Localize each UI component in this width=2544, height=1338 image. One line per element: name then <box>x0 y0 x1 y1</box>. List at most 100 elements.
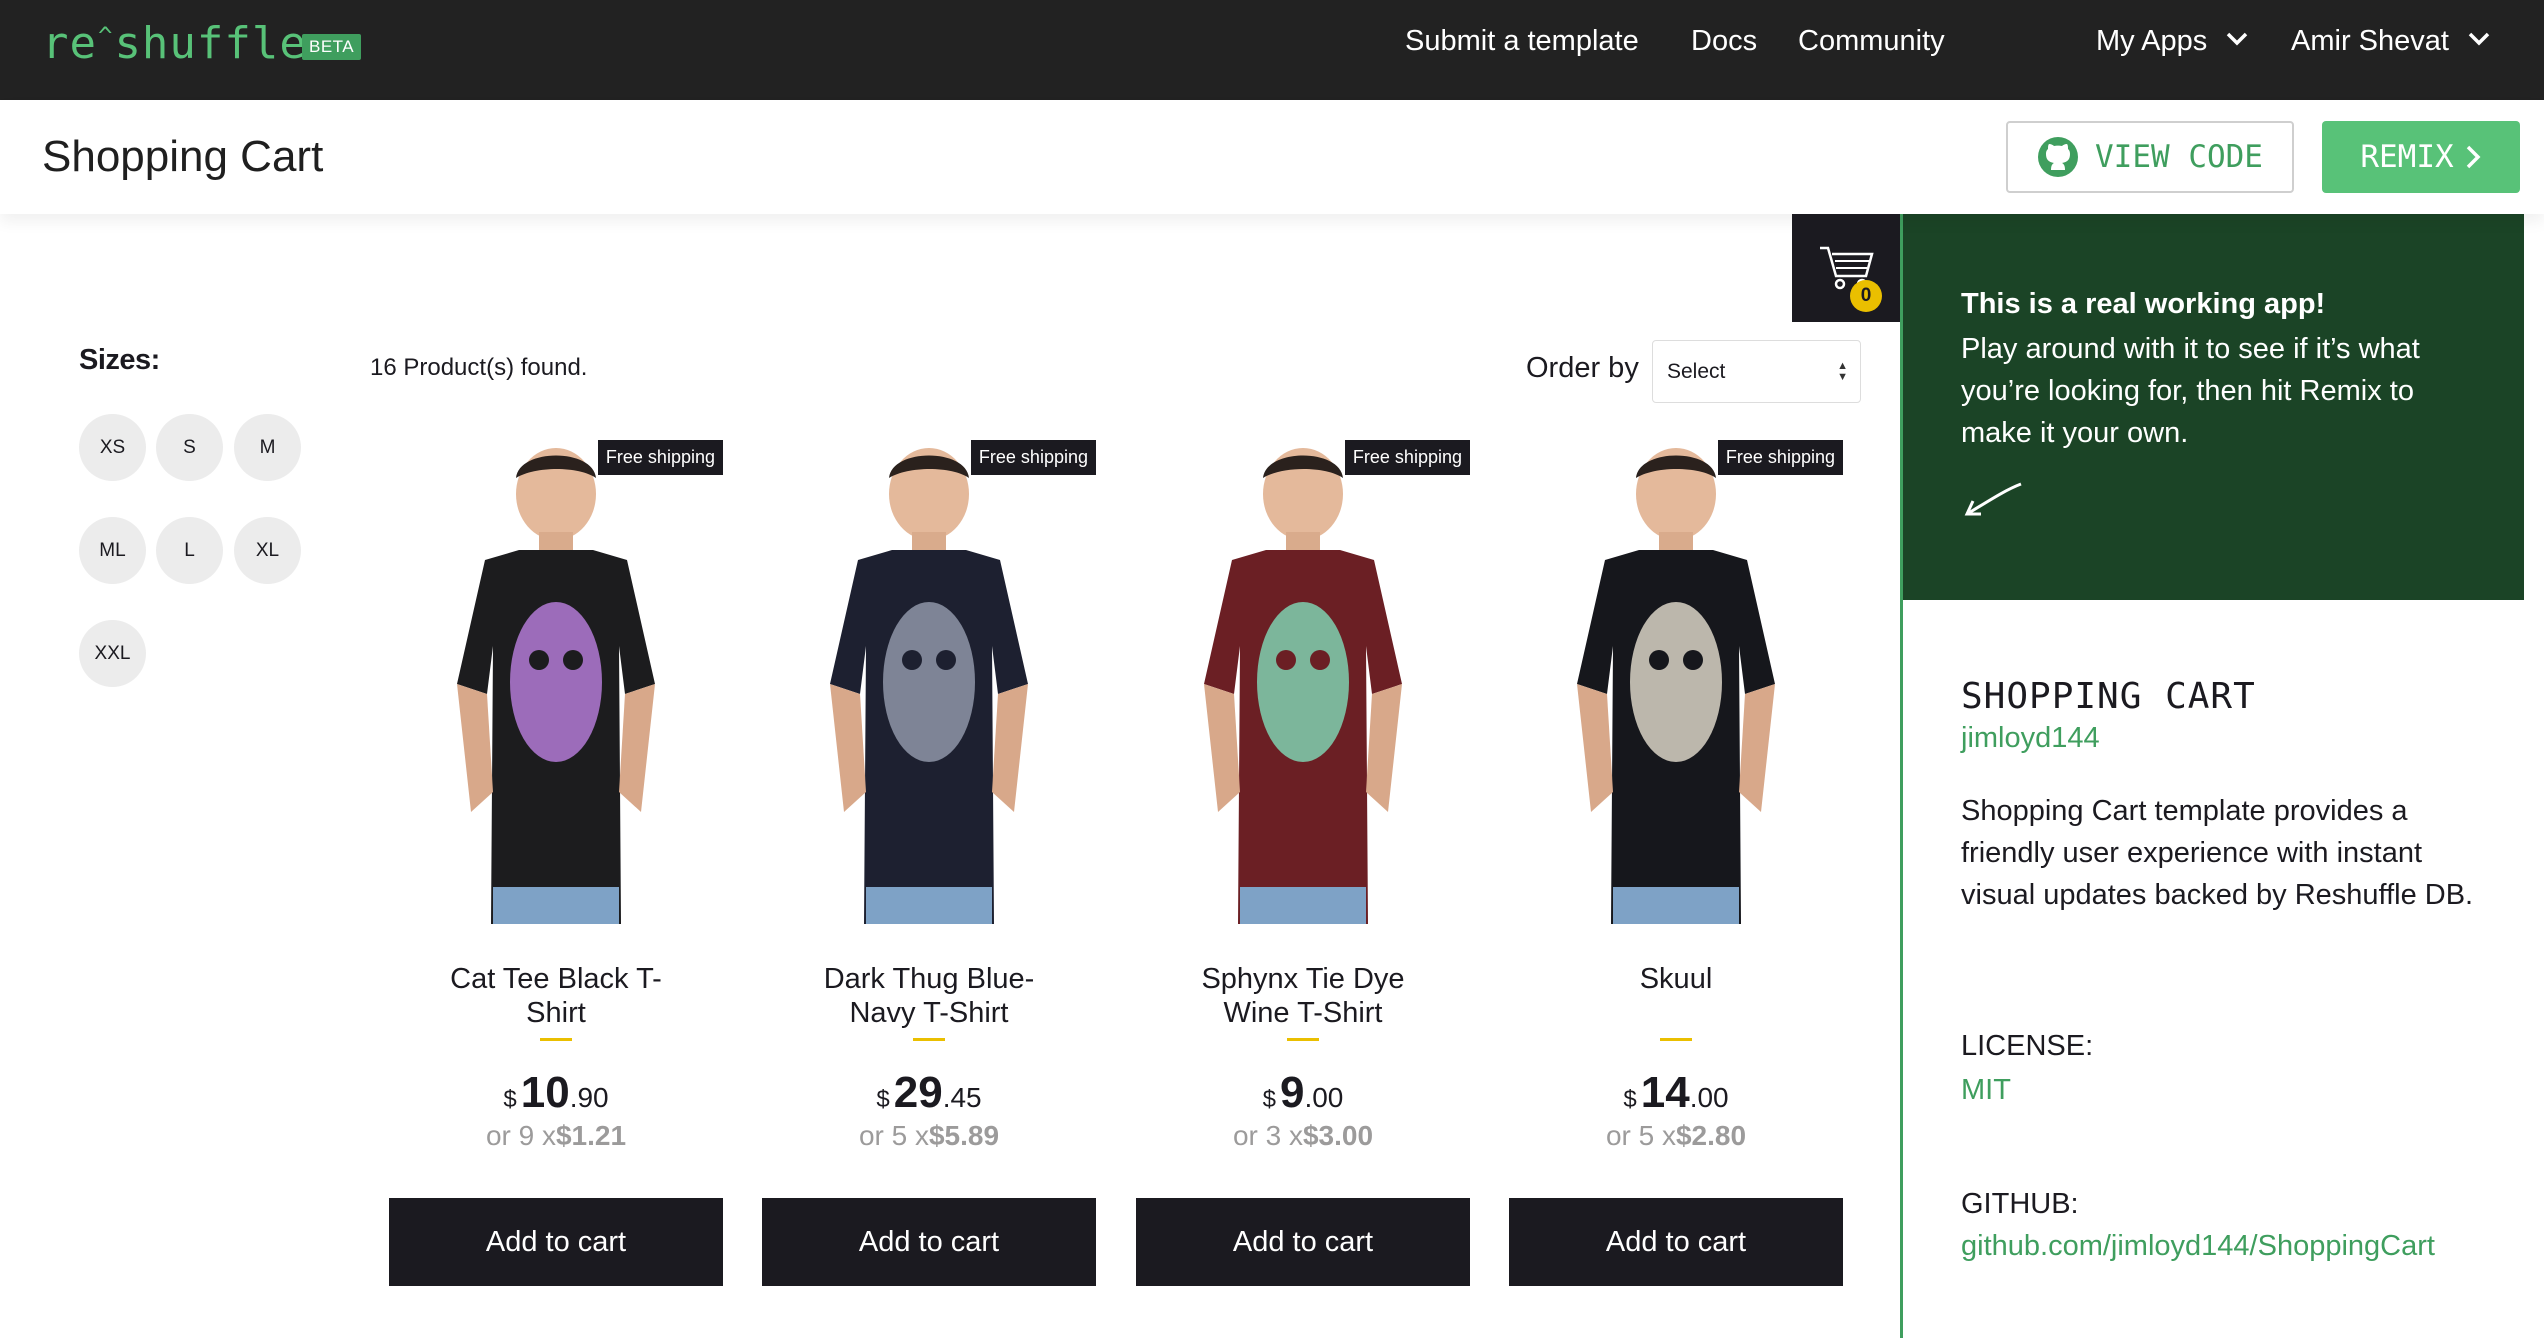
size-filter-m[interactable]: M <box>234 414 301 481</box>
page-title: Shopping Cart <box>42 132 324 181</box>
chevron-down-icon <box>2227 33 2248 46</box>
product-title: Sphynx Tie Dye Wine T-Shirt <box>1136 962 1470 1030</box>
nav-user-name: Amir Shevat <box>2291 25 2449 57</box>
installment-info: or 5 x$2.80 <box>1509 1120 1843 1152</box>
github-link[interactable]: github.com/jimloyd144/ShoppingCart <box>1961 1230 2435 1263</box>
product-title-line1: Cat Tee Black T- <box>450 963 662 995</box>
floating-cart-button[interactable]: 0 <box>1792 214 1900 322</box>
product-title: Dark Thug Blue- Navy T-Shirt <box>762 962 1096 1030</box>
product-title-line1: Dark Thug Blue- <box>823 963 1035 995</box>
product-image[interactable] <box>1509 432 1843 924</box>
size-filter-xs[interactable]: XS <box>79 414 146 481</box>
product-image[interactable] <box>1136 432 1470 924</box>
price-currency: $ <box>876 1086 890 1113</box>
size-filter-ml[interactable]: ML <box>79 517 146 584</box>
product-title: Skuul <box>1509 962 1843 996</box>
price-decimal: .45 <box>942 1082 982 1113</box>
title-divider <box>913 1038 945 1041</box>
product-image[interactable] <box>389 432 723 924</box>
remix-button[interactable]: REMIX <box>2322 121 2520 193</box>
title-divider <box>540 1038 572 1041</box>
product-price: $29.45 <box>762 1068 1096 1118</box>
product-price: $14.00 <box>1509 1068 1843 1118</box>
installment-value: $1.21 <box>555 1120 627 1151</box>
view-code-label: VIEW CODE <box>2095 139 2263 175</box>
free-shipping-badge: Free shipping <box>597 440 723 475</box>
product-title-line2: Wine T-Shirt <box>1223 997 1383 1029</box>
view-code-button[interactable]: VIEW CODE <box>2006 121 2294 193</box>
select-arrows-icon: ▲ ▼ <box>1837 360 1848 383</box>
product-price: $9.00 <box>1136 1068 1470 1118</box>
installment-prefix: or 5 x <box>1605 1120 1676 1151</box>
installment-prefix: or 3 x <box>1232 1120 1303 1151</box>
free-shipping-badge: Free shipping <box>1717 440 1843 475</box>
installment-prefix: or 5 x <box>858 1120 929 1151</box>
logo-text-start: re <box>42 18 97 69</box>
price-integer: 9 <box>1279 1068 1305 1117</box>
nav-my-apps-label: My Apps <box>2096 25 2208 57</box>
size-filter-xl[interactable]: XL <box>234 517 301 584</box>
size-filter-l[interactable]: L <box>156 517 223 584</box>
product-card[interactable]: Free shipping Sphynx Tie Dye Wine T-Shirt… <box>1136 432 1470 1302</box>
installment-info: or 5 x$5.89 <box>762 1120 1096 1152</box>
order-by-value: Select <box>1667 360 1726 383</box>
title-bar: Shopping Cart VIEW CODE REMIX <box>0 100 2544 214</box>
installment-value: $2.80 <box>1675 1120 1747 1151</box>
product-card[interactable]: Free shipping Skuul $14.00 or 5 x$2.80 A… <box>1509 432 1843 1302</box>
template-info-panel: This is a real working app! Play around … <box>1900 214 2544 1338</box>
promo-box: This is a real working app! Play around … <box>1903 214 2524 600</box>
logo-caret: ^ <box>97 22 114 50</box>
product-title: Cat Tee Black T- Shirt <box>389 962 723 1030</box>
product-image[interactable] <box>762 432 1096 924</box>
product-card[interactable]: Free shipping Dark Thug Blue- Navy T-Shir… <box>762 432 1096 1302</box>
promo-text: Play around with it to see if it’s what … <box>1961 333 2420 449</box>
price-integer: 10 <box>520 1068 570 1117</box>
installment-value: $3.00 <box>1302 1120 1374 1151</box>
beta-badge: BETA <box>302 34 362 60</box>
add-to-cart-button[interactable]: Add to cart <box>762 1198 1096 1286</box>
order-by-label: Order by <box>1526 352 1639 384</box>
price-currency: $ <box>1623 1086 1637 1113</box>
add-to-cart-button[interactable]: Add to cart <box>389 1198 723 1286</box>
installment-value: $5.89 <box>928 1120 1000 1151</box>
nav-my-apps[interactable]: My Apps <box>2096 22 2249 60</box>
installment-info: or 3 x$3.00 <box>1136 1120 1470 1152</box>
sizes-title: Sizes: <box>79 344 160 376</box>
license-label: LICENSE: <box>1961 1030 2094 1062</box>
template-author-link[interactable]: jimloyd144 <box>1961 722 2100 755</box>
product-price: $10.90 <box>389 1068 723 1118</box>
product-title-line1: Skuul <box>1639 963 1713 995</box>
add-to-cart-button[interactable]: Add to cart <box>1136 1198 1470 1286</box>
size-filter-xxl[interactable]: XXL <box>79 620 146 687</box>
github-icon <box>2038 137 2078 177</box>
free-shipping-badge: Free shipping <box>970 440 1096 475</box>
price-decimal: .90 <box>569 1082 609 1113</box>
price-decimal: .00 <box>1304 1082 1344 1113</box>
top-nav: re^shuffle BETA Submit a template Docs C… <box>0 0 2544 100</box>
logo-text-end: shuffle <box>114 18 307 69</box>
product-card[interactable]: Free shipping Cat Tee Black T- Shirt $10.… <box>389 432 723 1302</box>
price-currency: $ <box>1262 1086 1276 1113</box>
order-by-select[interactable]: Select ▲ ▼ <box>1652 340 1861 403</box>
free-shipping-badge: Free shipping <box>1344 440 1470 475</box>
reshuffle-logo[interactable]: re^shuffle <box>42 18 307 69</box>
title-divider <box>1287 1038 1319 1041</box>
template-description: Shopping Cart template provides a friend… <box>1961 795 2474 911</box>
add-to-cart-button[interactable]: Add to cart <box>1509 1198 1843 1286</box>
price-integer: 14 <box>1640 1068 1690 1117</box>
nav-docs[interactable]: Docs <box>1691 22 1757 60</box>
price-integer: 29 <box>893 1068 943 1117</box>
nav-submit-template[interactable]: Submit a template <box>1405 22 1639 60</box>
nav-user-menu[interactable]: Amir Shevat <box>2291 22 2491 60</box>
price-decimal: .00 <box>1689 1082 1729 1113</box>
chevron-down-icon <box>2468 33 2490 46</box>
product-title-line2: Navy T-Shirt <box>849 997 1009 1029</box>
nav-community[interactable]: Community <box>1798 22 1945 60</box>
size-filter-s[interactable]: S <box>156 414 223 481</box>
products-found-count: 16 Product(s) found. <box>370 354 588 381</box>
license-link[interactable]: MIT <box>1961 1074 2011 1107</box>
template-title: SHOPPING CART <box>1961 676 2256 717</box>
installment-info: or 9 x$1.21 <box>389 1120 723 1152</box>
chevron-right-icon <box>2466 145 2481 169</box>
cart-count-badge: 0 <box>1850 280 1882 312</box>
